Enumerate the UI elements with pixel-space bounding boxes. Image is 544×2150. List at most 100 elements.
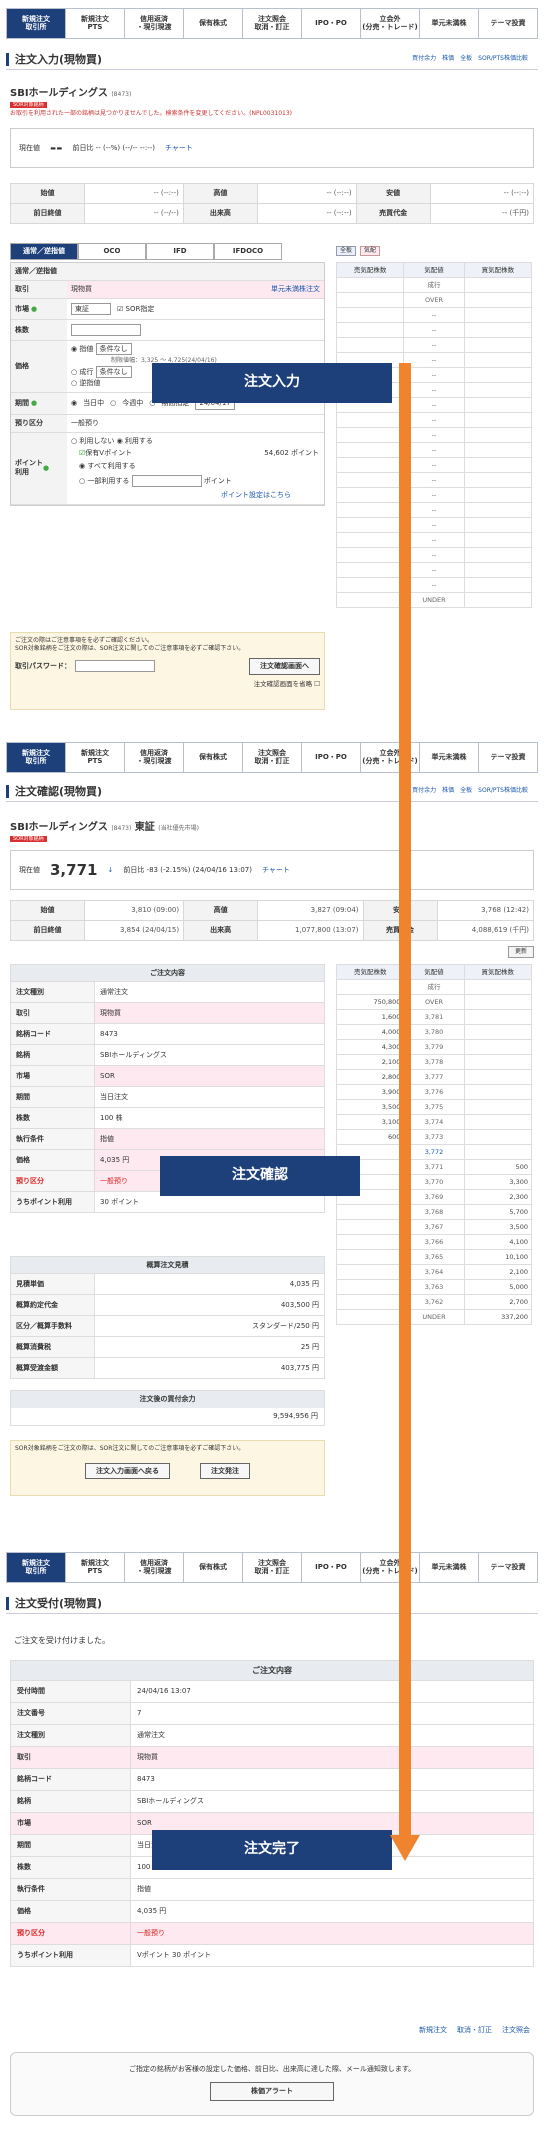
nav-item-1[interactable]: 新規注文 PTS — [66, 8, 125, 39]
point-partial[interactable]: 一部利用する — [87, 477, 129, 485]
confirm-button[interactable]: 注文確認画面へ — [249, 658, 320, 675]
condition-select[interactable]: 条件なし — [95, 343, 132, 356]
point-none[interactable]: 利用しない — [79, 437, 114, 445]
book-row: 3,772 — [335, 1144, 533, 1160]
nav-item-0[interactable]: 新規注文 取引所 — [6, 1552, 66, 1583]
tab-normal[interactable]: 通常／逆指値 — [10, 243, 78, 260]
nav-item-5[interactable]: IPO・PO — [302, 1552, 361, 1583]
nav-item-4[interactable]: 注文照会 取消・訂正 — [243, 1552, 302, 1583]
receipt-row: 取引 現物買 — [10, 1746, 534, 1769]
nav-item-3[interactable]: 保有株式 — [184, 742, 243, 773]
link-sor-compare[interactable]: SOR/PTS株価比較 — [478, 55, 528, 63]
chart-link[interactable]: チャート — [262, 866, 290, 875]
radio-stop[interactable]: 逆指値 — [79, 379, 100, 387]
nav-item-3[interactable]: 保有株式 — [184, 1552, 243, 1583]
link-price[interactable]: 株価 — [442, 787, 454, 795]
estimate-row: 概算消費税 25 円 — [10, 1336, 325, 1358]
chart-link[interactable]: チャート — [165, 144, 193, 153]
nav-item-0[interactable]: 新規注文 取引所 — [6, 8, 66, 39]
odd-lot-link[interactable]: 単元未満株注文 — [271, 285, 320, 294]
nav-item-8[interactable]: テーマ投資 — [479, 1552, 538, 1583]
nav-item-6[interactable]: 立会外 (分売・トレード) — [361, 8, 420, 39]
sor-checkbox[interactable]: ☑ SOR指定 — [117, 305, 154, 314]
main-nav: 新規注文 取引所 新規注文 PTS 信用返済 ・現引現渡 保有株式 注文照会 取消・訂正… — [6, 8, 538, 39]
book-row: -- — [335, 307, 533, 323]
radio-market[interactable]: 成行 — [79, 368, 93, 376]
estimate-row: 見積単価 4,035 円 — [10, 1273, 325, 1295]
receipt-row: 受付時間 24/04/16 13:07 — [10, 1680, 534, 1703]
order-receipt-table: ご注文内容 受付時間 24/04/16 13:07 注文番号 7 注文種別 通常注文 取引 現物… — [10, 1660, 534, 1967]
place-order-button[interactable]: 注文発注 — [200, 1462, 250, 1480]
link-cancel-modify[interactable]: 取消・訂正 — [457, 2026, 492, 2035]
update-button[interactable]: 更新 — [507, 946, 534, 958]
receipt-row: 執行条件 指値 — [10, 1878, 534, 1901]
nav-item-8[interactable]: テーマ投資 — [479, 742, 538, 773]
link-buying-power[interactable]: 買付余力 — [412, 55, 436, 63]
link-order-inquiry[interactable]: 注文照会 — [502, 2026, 530, 2035]
link-new-order[interactable]: 新規注文 — [419, 2026, 447, 2035]
point-all[interactable]: すべて利用する — [87, 462, 135, 470]
point-settings-link[interactable]: ポイント設定はこちら — [221, 491, 291, 500]
receipt-row: 預り区分 一般預り — [10, 1922, 534, 1945]
book-row: -- — [335, 532, 533, 548]
book-row: -- — [335, 322, 533, 338]
radio-limit[interactable]: 指値 — [79, 345, 93, 353]
book-row: 2,800 3,777 — [335, 1069, 533, 1085]
password-input[interactable] — [75, 660, 155, 673]
back-button[interactable]: 注文入力画面へ戻る — [85, 1462, 170, 1480]
book-row: -- — [335, 562, 533, 578]
step-label-confirm: 注文確認 — [160, 1156, 360, 1196]
skip-checkbox[interactable]: ☐ — [314, 680, 320, 688]
book-row: 3,771 500 — [335, 1159, 533, 1175]
full-board-button[interactable]: 全板 — [336, 246, 357, 256]
nav-item-7[interactable]: 単元未満株 — [420, 742, 479, 773]
nav-item-4[interactable]: 注文照会 取消・訂正 — [243, 8, 302, 39]
nav-item-2[interactable]: 信用返済 ・現引現渡 — [125, 742, 184, 773]
market-condition-select[interactable]: 条件なし — [95, 365, 132, 378]
book-row: 1,600 3,781 — [335, 1009, 533, 1025]
period-week[interactable]: 今週中 — [122, 399, 143, 408]
book-row: 成行 — [335, 277, 533, 293]
footer-links: 新規注文 取消・訂正 注文照会 — [419, 2026, 530, 2035]
book-row: -- — [335, 427, 533, 443]
book-row: 750,800 OVER — [335, 994, 533, 1010]
market-select[interactable]: 東証 — [71, 302, 111, 316]
tab-ifd[interactable]: IFD — [146, 243, 214, 260]
nav-item-5[interactable]: IPO・PO — [302, 742, 361, 773]
period-today[interactable]: 当日中 — [83, 399, 104, 408]
book-row: 3,762 2,700 — [335, 1294, 533, 1310]
caution-box: ご注文の際はご注意事項をを必ずご確認ください。 SOR対象銘柄をご注文の際は、S… — [10, 632, 325, 710]
nav-item-1[interactable]: 新規注文 PTS — [66, 742, 125, 773]
link-sor-compare[interactable]: SOR/PTS株価比較 — [478, 787, 528, 795]
point-use[interactable]: 利用する — [125, 437, 153, 445]
point-input[interactable] — [131, 474, 202, 487]
nav-item-4[interactable]: 注文照会 取消・訂正 — [243, 742, 302, 773]
price-alert-button[interactable]: 株価アラート — [210, 2081, 334, 2101]
tab-oco[interactable]: OCO — [78, 243, 146, 260]
book-row: -- — [335, 442, 533, 458]
book-row: -- — [335, 457, 533, 473]
nav-item-5[interactable]: IPO・PO — [302, 8, 361, 39]
book-row: -- — [335, 412, 533, 428]
nav-item-2[interactable]: 信用返済 ・現引現渡 — [125, 8, 184, 39]
order-tabs: 通常／逆指値 OCO IFD IFDOCO — [10, 243, 282, 260]
quote-table: 始値 -- (--:--) 高値 -- (--:--) 安値 -- (--:--) 前日終… — [10, 183, 535, 224]
nav-item-1[interactable]: 新規注文 PTS — [66, 1552, 125, 1583]
order-complete-section: 新規注文 取引所 新規注文 PTS 信用返済 ・現引現渡 保有株式 注文照会 取消・訂正… — [0, 1546, 544, 2150]
nav-item-7[interactable]: 単元未満株 — [420, 8, 479, 39]
link-price[interactable]: 株価 — [442, 55, 454, 63]
quantity-input[interactable] — [71, 324, 141, 337]
detail-row: 銘柄 SBIホールディングス — [10, 1044, 325, 1066]
tab-ifdoco[interactable]: IFDOCO — [214, 243, 282, 260]
book-row: 3,765 10,100 — [335, 1249, 533, 1265]
detail-row: 市場 SOR — [10, 1065, 325, 1087]
link-full-board[interactable]: 全板 — [460, 55, 472, 63]
nav-item-3[interactable]: 保有株式 — [184, 8, 243, 39]
link-full-board[interactable]: 全板 — [460, 787, 472, 795]
receipt-row: 銘柄コード 8473 — [10, 1768, 534, 1791]
nav-item-2[interactable]: 信用返済 ・現引現渡 — [125, 1552, 184, 1583]
nav-item-0[interactable]: 新規注文 取引所 — [6, 742, 66, 773]
nav-item-7[interactable]: 単元未満株 — [420, 1552, 479, 1583]
nav-item-8[interactable]: テーマ投資 — [479, 8, 538, 39]
quote-button[interactable]: 気配 — [360, 246, 381, 256]
